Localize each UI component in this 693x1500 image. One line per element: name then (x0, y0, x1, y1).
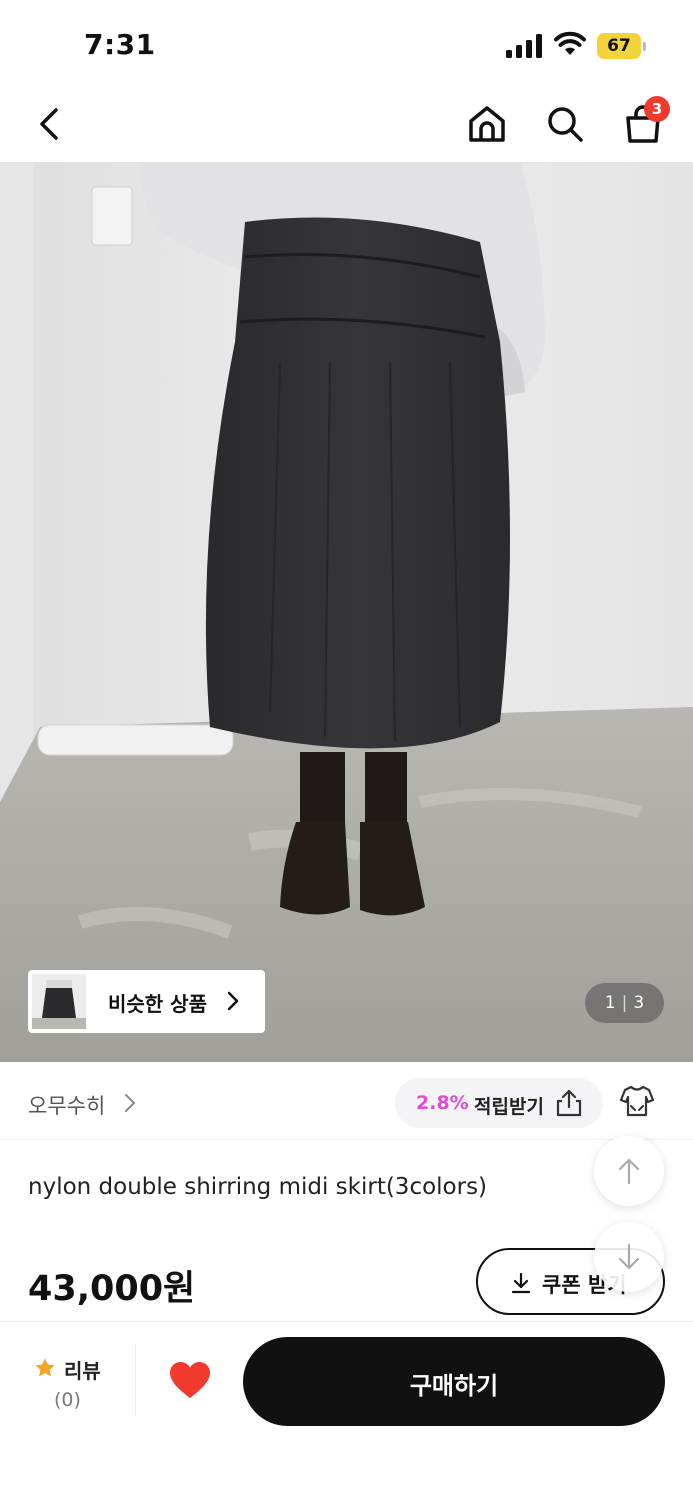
points-reward-button[interactable]: 2.8% 적립받기 (395, 1078, 603, 1128)
page-separator: | (621, 993, 628, 1013)
arrow-up-icon (618, 1158, 640, 1185)
buy-button-label: 구매하기 (409, 1372, 499, 1400)
bottom-action-bar: 리뷰 (0) 구매하기 (0, 1321, 693, 1500)
scroll-to-top-button[interactable] (594, 1136, 664, 1206)
similar-products-label: 비슷한 상품 (108, 992, 207, 1016)
total-pages: 3 (633, 993, 645, 1013)
battery-level: 67 (607, 36, 631, 56)
product-price: 43,000원 (28, 1269, 196, 1309)
cellular-signal-icon (506, 34, 542, 58)
status-bar: 7:31 67 (0, 0, 693, 88)
home-icon[interactable] (466, 102, 508, 146)
points-rate: 2.8% (416, 1092, 469, 1114)
heart-icon[interactable] (168, 1360, 212, 1400)
scroll-to-bottom-button[interactable] (594, 1222, 664, 1292)
download-icon (511, 1272, 531, 1294)
section-divider (0, 1139, 693, 1140)
points-label: 적립받기 (474, 1096, 544, 1118)
battery-indicator: 67 (597, 33, 647, 59)
outfit-icon[interactable] (619, 1084, 655, 1118)
status-time: 7:31 (84, 28, 156, 61)
cart-count-badge: 3 (644, 96, 670, 122)
product-image[interactable] (0, 162, 693, 1062)
chevron-right-icon (227, 991, 239, 1011)
current-page: 1 (604, 993, 616, 1013)
top-nav-bar (0, 88, 693, 162)
brand-name-link[interactable]: 오무수히 (28, 1090, 105, 1120)
review-label: 리뷰 (64, 1359, 101, 1383)
product-title: nylon double shirring midi skirt(3colors… (28, 1174, 488, 1200)
search-icon[interactable] (544, 102, 586, 146)
buy-button[interactable]: 구매하기 (243, 1337, 665, 1426)
product-photo (0, 162, 693, 1062)
brand-row: 오무수히 2.8% 적립받기 (0, 1062, 693, 1140)
battery-tip (643, 42, 646, 51)
bottom-bar-divider (135, 1344, 136, 1416)
share-icon[interactable] (554, 1088, 584, 1118)
image-page-indicator: 1 | 3 (585, 983, 664, 1023)
review-button[interactable]: 리뷰 (0) (0, 1322, 136, 1422)
chevron-right-icon[interactable] (124, 1093, 136, 1113)
thumbnail-image (32, 974, 86, 1029)
star-icon (35, 1358, 55, 1377)
similar-product-thumbnail (32, 974, 86, 1029)
wifi-icon (554, 31, 586, 55)
similar-products-button[interactable]: 비슷한 상품 (28, 970, 265, 1033)
chevron-left-icon[interactable] (30, 102, 70, 146)
review-count: (0) (54, 1389, 81, 1411)
arrow-down-icon (618, 1243, 640, 1270)
